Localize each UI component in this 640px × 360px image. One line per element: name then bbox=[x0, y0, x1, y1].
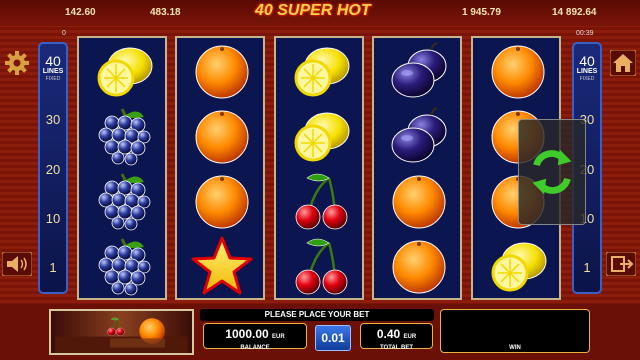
gear-icon[interactable] bbox=[4, 50, 30, 76]
autospin-button[interactable] bbox=[518, 119, 586, 225]
orange-icon bbox=[387, 170, 451, 234]
orange-icon bbox=[387, 235, 451, 299]
balance-value: 1000.00 bbox=[225, 327, 269, 341]
timer: 00:39 bbox=[576, 30, 594, 37]
home-icon[interactable] bbox=[610, 50, 636, 76]
balance-currency: EUR bbox=[272, 334, 285, 340]
grapes-icon bbox=[92, 170, 156, 234]
lemon-icon bbox=[289, 40, 353, 104]
reel-2 bbox=[175, 36, 265, 300]
line-marker-10: 10 bbox=[45, 211, 61, 226]
lines-count: 40 bbox=[45, 53, 61, 69]
speaker-icon[interactable] bbox=[2, 252, 32, 276]
lines-label: LINES bbox=[576, 68, 598, 75]
reel-3 bbox=[274, 36, 364, 300]
total-bet-currency: EUR bbox=[403, 334, 417, 340]
plum-icon bbox=[387, 40, 451, 104]
reel-1 bbox=[77, 36, 167, 300]
lemon-icon bbox=[289, 105, 353, 169]
plum-icon bbox=[387, 105, 451, 169]
bet-step-button[interactable]: 0.01 bbox=[315, 325, 351, 351]
lines-panel-left: 40 LINES FIXED 30 20 10 1 bbox=[38, 42, 68, 294]
left-counter: 0 bbox=[62, 30, 66, 37]
total-bet-value: 0.40 bbox=[376, 327, 401, 341]
jackpot-4: 14 892.64 bbox=[552, 7, 597, 18]
reel-4 bbox=[372, 36, 462, 300]
lemon-icon bbox=[92, 40, 156, 104]
cherries-icon bbox=[289, 235, 353, 299]
line-marker-1: 1 bbox=[583, 260, 591, 275]
jackpot-3: 1 945.79 bbox=[462, 7, 501, 18]
orange-icon bbox=[190, 170, 254, 234]
grapes-icon bbox=[92, 235, 156, 299]
lines-fixed-label: FIXED bbox=[45, 76, 61, 82]
line-marker-1: 1 bbox=[49, 260, 57, 275]
star-icon bbox=[190, 235, 254, 299]
lines-label: LINES bbox=[42, 68, 64, 75]
grapes-icon bbox=[92, 105, 156, 169]
win-label: WIN bbox=[509, 345, 521, 351]
status-message: PLEASE PLACE YOUR BET bbox=[200, 309, 434, 321]
balance-label: BALANCE bbox=[240, 345, 270, 351]
total-bet-label: TOTAL BET bbox=[380, 345, 413, 351]
jackpot-1: 142.60 bbox=[65, 7, 96, 18]
orange-icon bbox=[190, 105, 254, 169]
refresh-icon bbox=[532, 149, 572, 195]
cherries-icon bbox=[289, 170, 353, 234]
game-logo: 40 SUPER HOT bbox=[255, 2, 371, 19]
line-marker-30: 30 bbox=[45, 112, 61, 127]
preview-artwork-icon bbox=[55, 311, 188, 353]
lines-count: 40 bbox=[579, 53, 595, 69]
orange-icon bbox=[190, 40, 254, 104]
game-preview-thumbnail bbox=[49, 309, 194, 355]
exit-icon[interactable] bbox=[606, 252, 636, 276]
lemon-icon bbox=[486, 235, 550, 299]
orange-icon bbox=[486, 40, 550, 104]
lines-fixed-label: FIXED bbox=[579, 76, 595, 82]
jackpot-2: 483.18 bbox=[150, 7, 181, 18]
line-marker-20: 20 bbox=[45, 162, 61, 177]
